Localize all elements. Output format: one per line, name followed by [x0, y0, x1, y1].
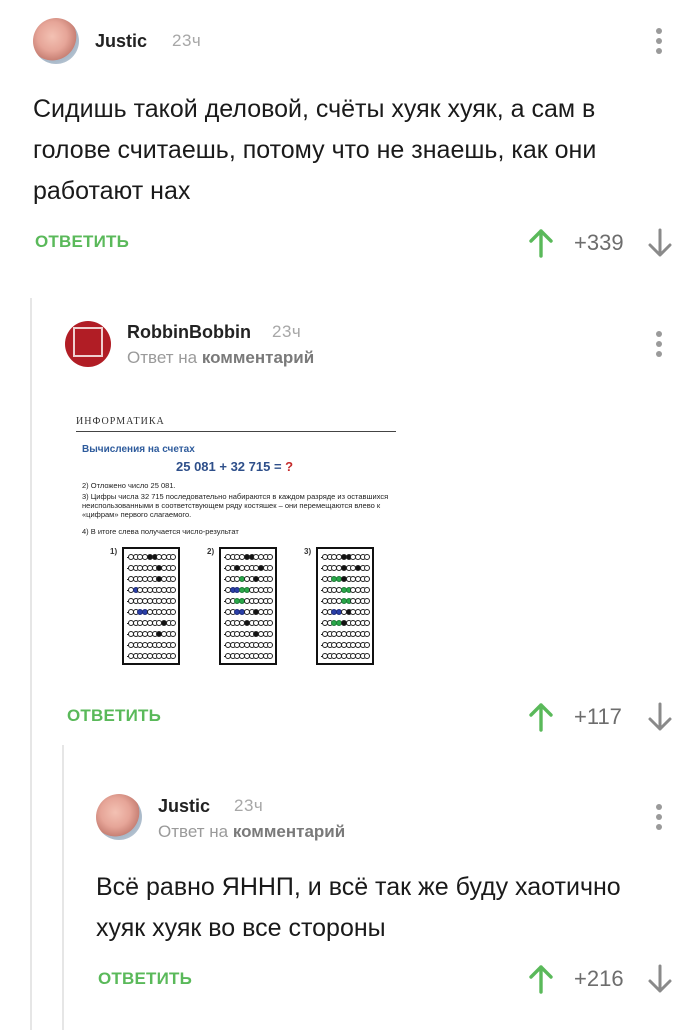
abacus-bead — [170, 554, 177, 560]
timestamp: 23ч — [272, 322, 302, 341]
abacus-bead — [267, 565, 274, 571]
abacus-bead — [364, 609, 371, 615]
abacus-bead — [267, 587, 274, 593]
arrow-up-icon[interactable] — [528, 702, 554, 732]
abacus-bead — [364, 554, 371, 560]
image-equation: 25 081 + 32 715 = ? — [176, 459, 293, 474]
abacus-bead — [170, 565, 177, 571]
abacus-bead — [170, 631, 177, 637]
abacus-bead — [170, 587, 177, 593]
abacus-bead — [170, 653, 177, 659]
abacus-bead — [364, 598, 371, 604]
abacus-bead — [364, 587, 371, 593]
image-header-rule — [76, 431, 396, 432]
comment-text: Всё равно ЯННП, и всё так же буду хаотич… — [96, 873, 621, 942]
abacus-bead — [170, 620, 177, 626]
abacus-bead — [170, 642, 177, 648]
reply-to-link[interactable]: комментарий — [202, 348, 314, 367]
image-header: ИНФОРМАТИКА — [76, 416, 165, 427]
reply-button[interactable]: ОТВЕТИТЬ — [35, 232, 129, 252]
reply-to-link[interactable]: комментарий — [233, 822, 345, 841]
username[interactable]: RobbinBobbin — [127, 322, 251, 343]
abacus-label: 2) — [207, 547, 215, 556]
score: +216 — [574, 966, 624, 991]
abacus-bead — [170, 576, 177, 582]
reply-to-line: Ответ на комментарий — [158, 822, 345, 842]
image-step-2: 2) Отложено число 25 081. — [82, 481, 176, 490]
abacus-bead — [170, 598, 177, 604]
arrow-down-icon[interactable] — [647, 228, 673, 258]
abacus-bead — [267, 554, 274, 560]
username[interactable]: Justic — [158, 796, 210, 817]
abacus-bead — [364, 631, 371, 637]
username[interactable]: Justic — [95, 31, 147, 52]
reply-to-prefix: Ответ на — [127, 348, 198, 367]
kebab-menu-icon[interactable] — [655, 331, 663, 361]
abacus-bead — [364, 565, 371, 571]
arrow-down-icon[interactable] — [647, 702, 673, 732]
arrow-down-icon[interactable] — [647, 964, 673, 994]
score: +339 — [574, 230, 624, 255]
abacus-bead — [364, 620, 371, 626]
avatar[interactable] — [33, 18, 79, 64]
abacus-bead — [267, 631, 274, 637]
thread-line — [30, 298, 32, 1030]
kebab-menu-icon[interactable] — [655, 28, 663, 58]
abacus-bead — [267, 576, 274, 582]
reply-to-line: Ответ на комментарий — [127, 348, 314, 368]
abacus-label: 1) — [110, 547, 118, 556]
avatar[interactable] — [96, 794, 142, 840]
equation-text: 25 081 + 32 715 = — [176, 459, 282, 474]
comment-image[interactable]: ИНФОРМАТИКА Вычисления на счетах 25 081 … — [66, 410, 411, 670]
timestamp: 23ч — [234, 796, 264, 815]
thread-line — [62, 745, 64, 1030]
abacus-bead — [267, 609, 274, 615]
abacus-bead — [364, 642, 371, 648]
avatar[interactable] — [65, 321, 111, 367]
abacus-label: 3) — [304, 547, 312, 556]
reply-button[interactable]: ОТВЕТИТЬ — [67, 706, 161, 726]
image-step-3: 3) Цифры числа 32 715 последовательно на… — [82, 492, 389, 519]
comment-text: Сидишь такой деловой, счёты хуяк хуяк, а… — [33, 95, 597, 205]
abacus-diagram — [316, 547, 374, 665]
arrow-up-icon[interactable] — [528, 228, 554, 258]
abacus-bead — [364, 653, 371, 659]
kebab-menu-icon[interactable] — [655, 804, 663, 834]
reply-button[interactable]: ОТВЕТИТЬ — [98, 969, 192, 989]
abacus-diagram — [219, 547, 277, 665]
image-step-4: 4) В итоге слева получается число-резуль… — [82, 527, 239, 536]
abacus-diagram — [122, 547, 180, 665]
equation-question: ? — [285, 459, 294, 474]
score: +117 — [574, 704, 622, 729]
abacus-bead — [267, 620, 274, 626]
abacus-bead — [170, 609, 177, 615]
timestamp: 23ч — [172, 31, 202, 50]
abacus-bead — [267, 642, 274, 648]
image-subtitle: Вычисления на счетах — [82, 444, 195, 455]
reply-to-prefix: Ответ на — [158, 822, 229, 841]
arrow-up-icon[interactable] — [528, 964, 554, 994]
abacus-bead — [267, 598, 274, 604]
abacus-bead — [364, 576, 371, 582]
abacus-bead — [267, 653, 274, 659]
